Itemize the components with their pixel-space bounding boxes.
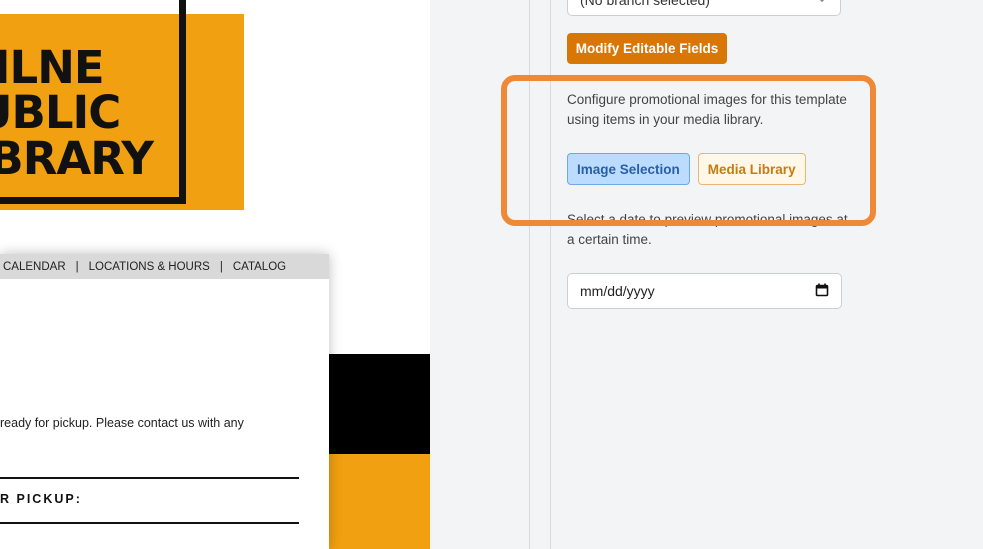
logo-text-line-2: PUBLIC — [0, 86, 121, 139]
email-body-text: ready for pickup. Please contact us with… — [0, 416, 244, 430]
promo-button-group: Image Selection Media Library — [567, 153, 806, 185]
calendar-icon[interactable] — [815, 283, 829, 300]
logo-text-line-3: LIBRARY — [0, 132, 154, 185]
nav-link-calendar[interactable]: CALENDAR — [3, 261, 66, 273]
logo-text-line-1: MILNE — [0, 41, 105, 94]
divider-rule — [0, 522, 299, 524]
date-input-placeholder: mm/dd/yyyy — [580, 283, 655, 299]
nav-link-locations-hours[interactable]: LOCATIONS & HOURS — [89, 261, 210, 273]
email-content-card: CALENDAR | LOCATIONS & HOURS | CATALOG r… — [0, 254, 329, 549]
image-selection-button[interactable]: Image Selection — [567, 153, 690, 185]
date-preview-description: Select a date to preview promotional ima… — [567, 212, 848, 247]
nav-separator: | — [75, 260, 79, 273]
nav-separator: | — [219, 260, 223, 273]
settings-panel: (No branch selected) Modify Editable Fie… — [551, 0, 983, 549]
panel-divider — [529, 0, 530, 549]
divider-rule — [0, 477, 299, 479]
pickup-heading: R PICKUP: — [0, 492, 82, 506]
branch-select-value: (No branch selected) — [580, 0, 710, 8]
promotional-images-description: Configure promotional images for this te… — [567, 92, 847, 127]
email-preview: MILNE PUBLIC LIBRARY CALENDAR | LOCATION… — [0, 0, 430, 549]
preview-date-input[interactable]: mm/dd/yyyy — [567, 273, 842, 309]
media-library-button[interactable]: Media Library — [697, 153, 806, 185]
nav-link-catalog[interactable]: CATALOG — [233, 261, 286, 273]
modify-editable-fields-button[interactable]: Modify Editable Fields — [567, 33, 727, 64]
branch-select[interactable]: (No branch selected) — [567, 0, 841, 16]
chevron-down-icon — [816, 0, 828, 6]
library-logo: MILNE PUBLIC LIBRARY — [0, 0, 244, 210]
email-nav-bar: CALENDAR | LOCATIONS & HOURS | CATALOG — [0, 254, 329, 279]
